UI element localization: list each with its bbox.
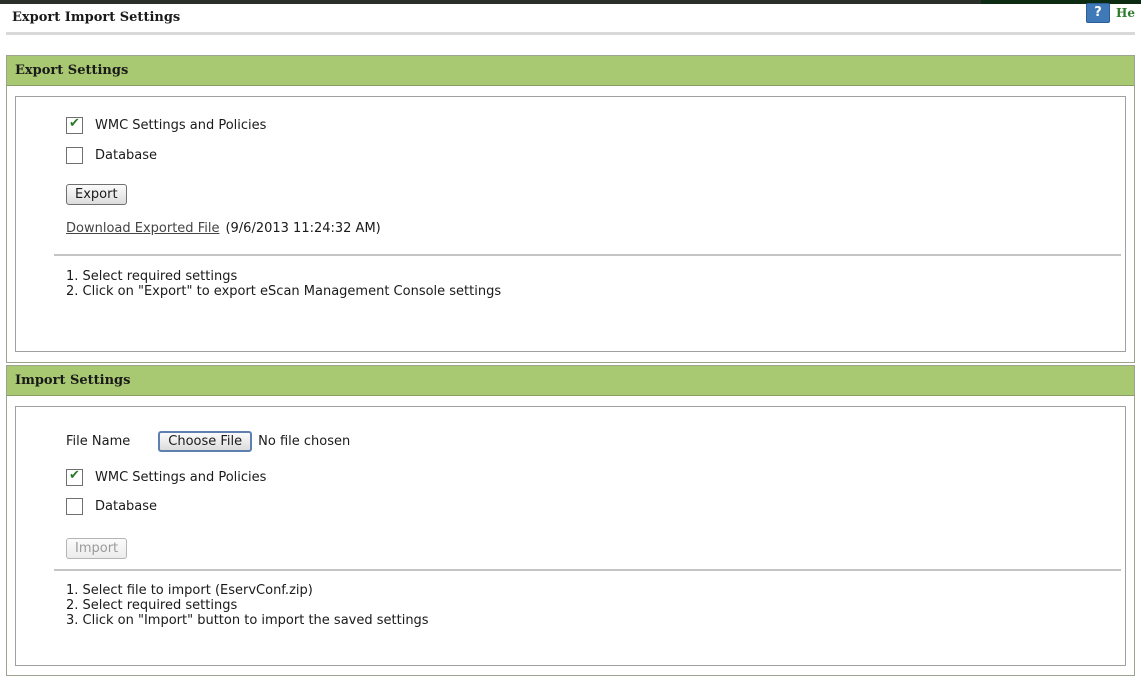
- import-note-2: 2. Select required settings: [66, 598, 238, 613]
- export-panel: WMC Settings and Policies Database Expor…: [15, 96, 1126, 352]
- export-section: Export Settings WMC Settings and Policie…: [6, 55, 1135, 363]
- file-status: No file chosen: [258, 434, 351, 449]
- import-note-1: 1. Select file to import (EservConf.zip): [66, 583, 313, 598]
- page-title: Export Import Settings: [12, 10, 181, 25]
- file-name-label: File Name: [66, 434, 131, 449]
- import-option-wmc[interactable]: WMC Settings and Policies: [66, 468, 267, 486]
- export-option-database[interactable]: Database: [66, 147, 157, 164]
- import-option-database[interactable]: Database: [66, 498, 157, 515]
- download-row: Download Exported File (9/6/2013 11:24:3…: [66, 221, 381, 236]
- import-section: Import Settings File Name Choose File No…: [6, 365, 1135, 676]
- import-database-label: Database: [95, 499, 158, 514]
- import-wmc-checkbox-checked-icon[interactable]: [66, 468, 83, 486]
- file-name-row: File Name Choose File No file chosen: [66, 431, 350, 452]
- export-note-2: 2. Click on "Export" to export eScan Man…: [66, 284, 502, 299]
- import-button-row: Import: [66, 538, 128, 559]
- import-section-header: Import Settings: [7, 366, 1134, 396]
- import-button[interactable]: Import: [66, 538, 128, 559]
- export-wmc-checkbox-checked-icon[interactable]: [66, 116, 83, 134]
- export-option-wmc[interactable]: WMC Settings and Policies: [66, 116, 267, 134]
- import-section-body: File Name Choose File No file chosen WMC…: [7, 396, 1134, 674]
- export-note-1: 1. Select required settings: [66, 269, 238, 284]
- import-divider: [54, 569, 1121, 571]
- export-wmc-label: WMC Settings and Policies: [95, 118, 267, 133]
- export-database-label: Database: [95, 148, 158, 163]
- help-label[interactable]: He: [1116, 6, 1135, 20]
- import-note-3: 3. Click on "Import" button to import th…: [66, 613, 429, 628]
- export-section-body: WMC Settings and Policies Database Expor…: [7, 86, 1134, 360]
- export-section-header: Export Settings: [7, 56, 1134, 86]
- top-strip: [0, 0, 1141, 4]
- import-database-checkbox-unchecked-icon[interactable]: [66, 498, 83, 515]
- help-icon[interactable]: ?: [1086, 3, 1110, 23]
- choose-file-button[interactable]: Choose File: [158, 431, 253, 452]
- download-timestamp: (9/6/2013 11:24:32 AM): [225, 221, 381, 236]
- help-link[interactable]: ? He: [1086, 3, 1135, 23]
- export-button[interactable]: Export: [66, 184, 127, 205]
- import-notes: 1. Select file to import (EservConf.zip)…: [66, 583, 429, 628]
- import-panel: File Name Choose File No file chosen WMC…: [15, 406, 1126, 666]
- download-exported-file-link[interactable]: Download Exported File: [66, 221, 219, 236]
- export-database-checkbox-unchecked-icon[interactable]: [66, 147, 83, 164]
- import-wmc-label: WMC Settings and Policies: [95, 470, 267, 485]
- export-divider: [54, 254, 1121, 256]
- export-notes: 1. Select required settings 2. Click on …: [66, 269, 501, 299]
- export-button-row: Export: [66, 184, 127, 205]
- title-divider: [6, 32, 1135, 35]
